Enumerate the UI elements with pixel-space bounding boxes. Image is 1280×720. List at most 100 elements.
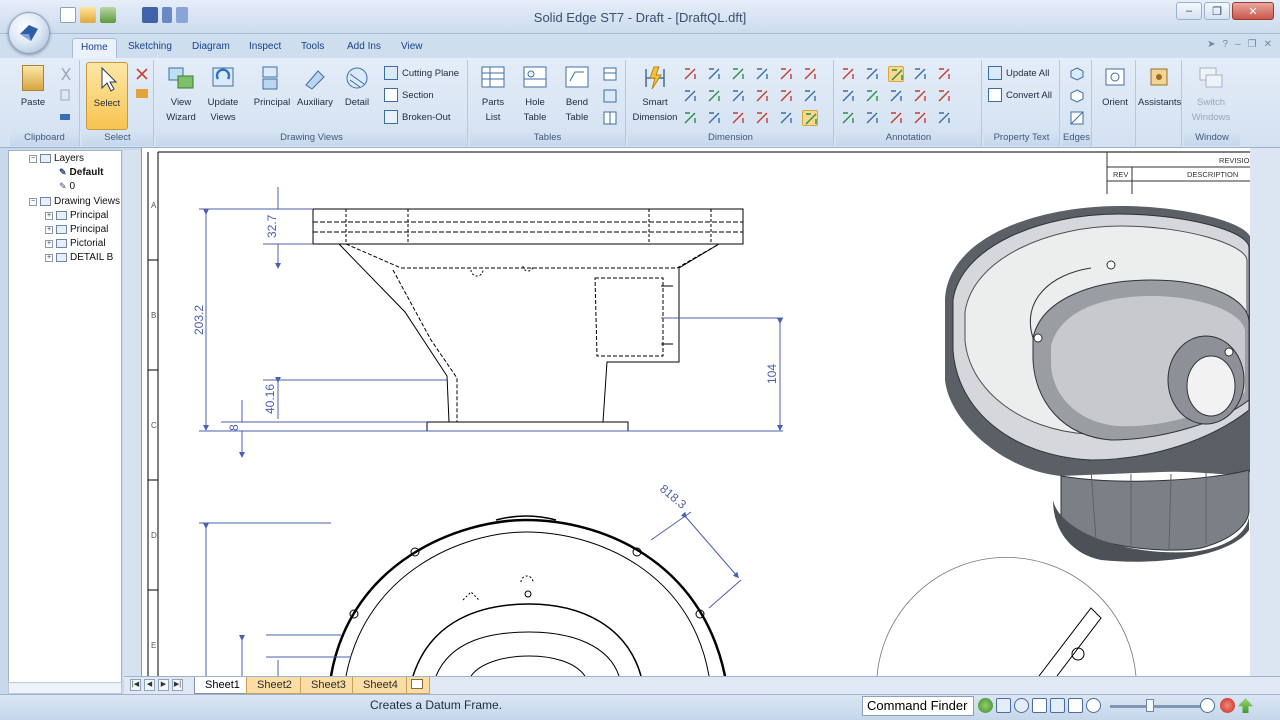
view-wizard-button[interactable]: View Wizard — [160, 62, 202, 130]
annotation-tool-2-5-icon[interactable] — [936, 88, 952, 104]
annotation-tool-3-5-icon[interactable] — [936, 110, 952, 126]
tab-view[interactable]: View — [393, 38, 431, 58]
zoom-window-icon[interactable] — [1032, 698, 1047, 713]
zoom-area-icon[interactable] — [996, 698, 1011, 713]
assistants-button[interactable]: Assistants — [1138, 62, 1181, 130]
dimension-tool-2-2-icon[interactable] — [706, 88, 722, 104]
dimension-tool-2-3-icon[interactable] — [730, 88, 746, 104]
dim-overall-height[interactable]: 203.2 — [192, 305, 206, 335]
dimension-tool-1-6-icon[interactable] — [802, 66, 818, 82]
fit-icon[interactable] — [1050, 698, 1065, 713]
previous-sheet-icon[interactable]: ◀ — [144, 679, 155, 691]
tab-inspect[interactable]: Inspect — [241, 38, 289, 58]
table-tool-3-icon[interactable] — [602, 110, 618, 126]
expand-icon[interactable]: + — [45, 253, 53, 262]
dimension-tool-1-4-icon[interactable] — [754, 66, 770, 82]
copy-icon[interactable] — [58, 88, 74, 104]
annotation-tool-3-1-icon[interactable] — [840, 110, 856, 126]
tree-item-layers[interactable]: − Layers — [29, 153, 84, 164]
help-icon[interactable]: ? — [1223, 39, 1229, 50]
doc-minimize-icon[interactable]: – — [1235, 39, 1241, 50]
annotation-tool-1-1-icon[interactable] — [840, 66, 856, 82]
annotation-tool-3-4-icon[interactable] — [912, 110, 928, 126]
table-tool-1-icon[interactable] — [602, 66, 618, 82]
tree-item-drawing-views[interactable]: − Drawing Views — [29, 196, 120, 207]
close-button[interactable]: ✕ — [1232, 2, 1274, 20]
bend-table-button[interactable]: Bend Table — [556, 62, 598, 130]
drawing-canvas[interactable]: A B C D E REVISION REV DESCRIPTION — [142, 148, 1250, 676]
dim-base-height[interactable]: 40.16 — [263, 384, 277, 414]
annotation-tool-2-3-icon[interactable] — [888, 88, 904, 104]
expand-icon[interactable]: + — [45, 225, 53, 234]
detail-button[interactable]: Detail — [336, 62, 378, 130]
dim-flange-height[interactable]: 32.7 — [265, 214, 279, 238]
tree-item-principal-1[interactable]: + Principal — [45, 210, 108, 221]
doc-close-icon[interactable]: ✕ — [1264, 39, 1272, 50]
help-arrow-icon[interactable]: ➤ — [1207, 39, 1215, 50]
collapse-icon[interactable]: − — [29, 154, 37, 163]
tree-item-pictorial[interactable]: + Pictorial — [45, 238, 106, 249]
tab-tools[interactable]: Tools — [293, 38, 332, 58]
zoom-icon[interactable] — [1014, 698, 1029, 713]
annotation-tool-2-4-icon[interactable] — [912, 88, 928, 104]
tab-sketching[interactable]: Sketching — [120, 38, 180, 58]
sheet-tab-2[interactable]: Sheet2 — [246, 677, 303, 694]
dim-base-thickness[interactable]: 8 — [227, 424, 241, 431]
auxiliary-button[interactable]: Auxiliary — [294, 62, 336, 130]
collapse-icon[interactable]: − — [29, 197, 37, 206]
drawing-sheet[interactable]: A B C D E REVISION REV DESCRIPTION — [141, 148, 1250, 676]
expand-icon[interactable]: + — [45, 239, 53, 248]
minimize-button[interactable]: – — [1176, 2, 1202, 20]
hole-table-button[interactable]: Hole Table — [514, 62, 556, 130]
pane-splitter[interactable] — [123, 150, 141, 680]
principal-button[interactable]: Principal — [250, 62, 294, 130]
annotation-tool-1-4-icon[interactable] — [912, 66, 928, 82]
edges-tool-3-icon[interactable] — [1069, 110, 1085, 126]
expand-icon[interactable]: + — [45, 211, 53, 220]
smart-dimension-button[interactable]: Smart Dimension — [630, 62, 680, 130]
tab-diagram[interactable]: Diagram — [184, 38, 238, 58]
stop-icon[interactable] — [1220, 698, 1235, 713]
dimension-tool-3-5-icon[interactable] — [778, 110, 794, 126]
annotation-tool-3-2-icon[interactable] — [864, 110, 880, 126]
dimension-tool-2-4-icon[interactable] — [754, 88, 770, 104]
sheet-tab-3[interactable]: Sheet3 — [300, 677, 357, 694]
sheet-tab-1[interactable]: Sheet1 — [194, 677, 251, 694]
select-button[interactable]: Select — [86, 62, 128, 130]
dimension-tool-3-1-icon[interactable] — [682, 110, 698, 126]
zoom-slider-thumb[interactable] — [1146, 699, 1154, 712]
new-sheet-tab[interactable] — [406, 677, 430, 694]
sheet-tab-4[interactable]: Sheet4 — [352, 677, 409, 694]
annotation-tool-2-2-icon[interactable] — [864, 88, 880, 104]
dim-diagonal[interactable]: 818.3 — [657, 482, 689, 512]
update-all-button[interactable]: Update All — [988, 64, 1049, 82]
first-sheet-icon[interactable]: |◀ — [130, 679, 141, 691]
next-sheet-icon[interactable]: ▶ — [158, 679, 169, 691]
dimension-tool-1-3-icon[interactable] — [730, 66, 746, 82]
edges-tool-1-icon[interactable] — [1069, 66, 1085, 82]
convert-all-button[interactable]: Convert All — [988, 86, 1052, 104]
tree-item-detail-b[interactable]: + DETAIL B — [45, 252, 113, 263]
zoom-in-icon[interactable] — [1200, 698, 1215, 713]
annotation-tool-1-2-icon[interactable] — [864, 66, 880, 82]
annotation-tool-2-1-icon[interactable] — [840, 88, 856, 104]
parts-list-button[interactable]: Parts List — [472, 62, 514, 130]
refresh-icon[interactable] — [978, 698, 993, 713]
annotation-tool-1-3-icon[interactable] — [888, 66, 904, 82]
dimension-tool-2-1-icon[interactable] — [682, 88, 698, 104]
tree-item-default-layer[interactable]: ✎ Default — [59, 167, 103, 178]
go-icon[interactable] — [1238, 698, 1253, 713]
dimension-tool-3-3-icon[interactable] — [730, 110, 746, 126]
cut-icon[interactable] — [58, 66, 74, 82]
dimension-tool-1-2-icon[interactable] — [706, 66, 722, 82]
switch-windows-button[interactable]: Switch Windows — [1190, 62, 1232, 130]
dimension-tool-3-6-icon[interactable] — [802, 110, 818, 126]
tree-item-layer-0[interactable]: ✎ 0 — [59, 181, 75, 192]
broken-out-button[interactable]: Broken-Out — [384, 108, 451, 126]
select-tools-icon[interactable] — [134, 66, 150, 82]
zoom-out-icon[interactable] — [1086, 698, 1101, 713]
tree-item-principal-2[interactable]: + Principal — [45, 224, 108, 235]
update-views-button[interactable]: Update Views — [202, 62, 244, 130]
restore-button[interactable]: ❐ — [1204, 2, 1230, 20]
annotation-tool-1-5-icon[interactable] — [936, 66, 952, 82]
